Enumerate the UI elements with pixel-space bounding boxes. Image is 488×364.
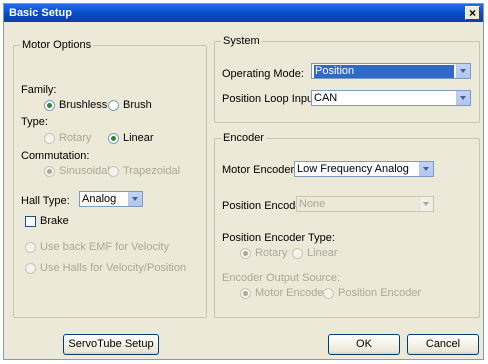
servotube-setup-button[interactable]: ServoTube Setup [63,334,159,355]
chevron-down-icon[interactable] [419,197,433,211]
chevron-down-icon[interactable] [419,162,433,176]
back-emf-velocity-radio[interactable] [25,242,36,253]
family-brush-label[interactable]: Brush [123,99,152,112]
commutation-label: Commutation: [21,150,90,162]
commutation-trapezoidal-radio[interactable] [108,166,119,177]
back-emf-velocity-label[interactable]: Use back EMF for Velocity [40,241,169,254]
system-legend: System [221,35,262,48]
family-brushless-label[interactable]: Brushless [59,99,107,112]
motor-encoder-value: Low Frequency Analog [297,163,409,175]
chevron-down-icon[interactable] [128,192,142,206]
motor-options-legend: Motor Options [20,39,94,52]
family-brush-radio[interactable] [108,100,119,111]
position-loop-input-label: Position Loop Input: [222,93,320,105]
type-linear-label[interactable]: Linear [123,132,154,145]
encoder-type-linear-radio[interactable] [292,248,303,259]
system-group: System [214,35,480,123]
cancel-button[interactable]: Cancel [407,334,479,355]
motor-encoder-label: Motor Encoder: [222,164,298,176]
chevron-down-icon[interactable] [456,91,470,105]
type-linear-radio[interactable] [108,133,119,144]
type-label: Type: [21,116,48,128]
motor-encoder-select[interactable]: Low Frequency Analog [294,161,434,177]
chevron-down-icon[interactable] [456,64,470,78]
commutation-sinusoidal-label[interactable]: Sinusoidal [59,165,110,178]
position-encoder-select[interactable]: None [296,196,434,212]
operating-mode-select[interactable]: Position [311,63,471,79]
halls-velocity-position-label[interactable]: Use Halls for Velocity/Position [40,262,186,275]
ok-button[interactable]: OK [328,334,400,355]
commutation-trapezoidal-label[interactable]: Trapezoidal [123,165,180,178]
output-motor-encoder-label[interactable]: Motor Encoder [255,287,327,300]
family-label: Family: [21,84,57,96]
output-position-encoder-label[interactable]: Position Encoder [338,287,421,300]
position-encoder-type-label: Position Encoder Type: [222,232,335,244]
encoder-type-rotary-radio[interactable] [240,248,251,259]
close-button[interactable]: × [465,6,480,20]
encoder-output-source-label: Encoder Output Source: [222,272,341,284]
brake-checkbox[interactable] [25,216,36,227]
basic-setup-dialog: Basic Setup × Motor Options Family: Brus… [3,3,484,360]
halls-velocity-position-radio[interactable] [25,263,36,274]
operating-mode-label: Operating Mode: [222,68,304,80]
hall-type-label: Hall Type: [21,195,70,207]
encoder-legend: Encoder [221,132,266,145]
title-bar[interactable]: Basic Setup × [4,4,483,22]
output-position-encoder-radio[interactable] [323,288,334,299]
brake-label[interactable]: Brake [40,215,69,228]
position-loop-input-select[interactable]: CAN [311,90,471,106]
commutation-sinusoidal-radio[interactable] [44,166,55,177]
operating-mode-value: Position [314,65,454,78]
encoder-type-rotary-label[interactable]: Rotary [255,247,287,260]
encoder-type-linear-label[interactable]: Linear [307,247,338,260]
type-rotary-label[interactable]: Rotary [59,132,91,145]
hall-type-value: Analog [82,193,117,205]
type-rotary-radio[interactable] [44,133,55,144]
family-brushless-radio[interactable] [44,100,55,111]
position-loop-input-value: CAN [314,92,338,104]
window-title: Basic Setup [9,7,72,19]
position-encoder-value: None [299,198,326,210]
output-motor-encoder-radio[interactable] [240,288,251,299]
hall-type-select[interactable]: Analog [79,191,143,207]
